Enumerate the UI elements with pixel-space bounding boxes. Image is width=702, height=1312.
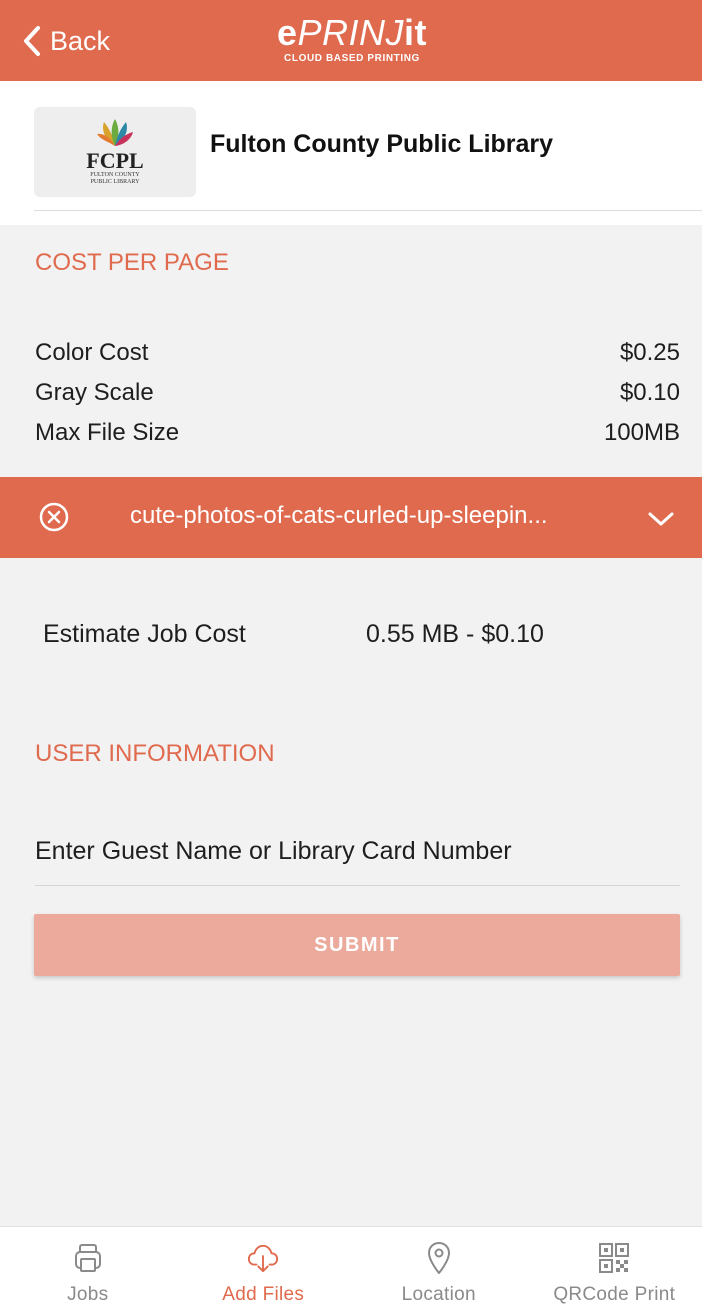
selected-file-bar[interactable]: cute-photos-of-cats-curled-up-sleepin... — [0, 477, 702, 558]
estimate-value: 0.55 MB - $0.10 — [366, 620, 544, 648]
tab-label: Add Files — [222, 1284, 305, 1305]
logo-wordmark: ePRINJit — [276, 12, 428, 53]
guest-name-input[interactable] — [35, 818, 680, 886]
close-circle-icon[interactable] — [38, 501, 70, 533]
cost-section-title: COST PER PAGE — [35, 249, 229, 276]
tab-add-files[interactable]: Add Files — [176, 1227, 352, 1312]
library-logo: FCPL FULTON COUNTY PUBLIC LIBRARY — [34, 107, 196, 197]
chevron-left-icon — [24, 26, 40, 56]
cost-label: Gray Scale — [35, 379, 154, 406]
cost-label: Color Cost — [35, 339, 149, 366]
eprintit-logo: ePRINJit CLOUD BASED PRINTING — [252, 12, 452, 65]
cost-row-color: Color Cost $0.25 — [35, 339, 680, 367]
tab-jobs[interactable]: Jobs — [0, 1227, 176, 1312]
tab-qrcode-print[interactable]: QRCode Print — [527, 1227, 702, 1312]
bottom-tab-bar: Jobs Add Files Location QRCode Print — [0, 1226, 702, 1312]
fan-leaf-icon — [97, 119, 133, 146]
estimate-label: Estimate Job Cost — [43, 620, 246, 648]
tab-location[interactable]: Location — [351, 1227, 527, 1312]
cost-label: Max File Size — [35, 419, 180, 446]
logo-tagline: CLOUD BASED PRINTING — [284, 53, 420, 64]
back-label: Back — [50, 25, 111, 56]
chevron-down-icon[interactable] — [646, 504, 676, 534]
cloud-download-icon — [247, 1241, 279, 1275]
tab-label: QRCode Print — [553, 1284, 676, 1305]
library-name: Fulton County Public Library — [210, 130, 554, 158]
submit-button[interactable]: SUBMIT — [34, 914, 680, 976]
user-info-title: USER INFORMATION — [35, 740, 275, 767]
tab-label: Location — [401, 1284, 476, 1305]
location-pin-icon — [423, 1241, 455, 1275]
divider — [34, 210, 702, 211]
library-logo-line1: FULTON COUNTY — [90, 172, 140, 178]
back-button[interactable]: Back — [22, 22, 110, 60]
library-logo-line2: PUBLIC LIBRARY — [90, 179, 140, 185]
cost-value: 100MB — [603, 419, 680, 446]
file-name: cute-photos-of-cats-curled-up-sleepin... — [130, 502, 548, 529]
cost-value: $0.10 — [619, 379, 680, 406]
tab-label: Jobs — [67, 1284, 109, 1305]
cost-value: $0.25 — [619, 339, 680, 366]
library-logo-abbr: FCPL — [86, 148, 144, 173]
qr-code-icon — [598, 1241, 630, 1275]
cost-row-grayscale: Gray Scale $0.10 — [35, 379, 680, 407]
printer-icon — [72, 1241, 104, 1275]
app-header: Back ePRINJit CLOUD BASED PRINTING — [0, 0, 702, 81]
cost-row-max-file-size: Max File Size 100MB — [35, 419, 680, 447]
